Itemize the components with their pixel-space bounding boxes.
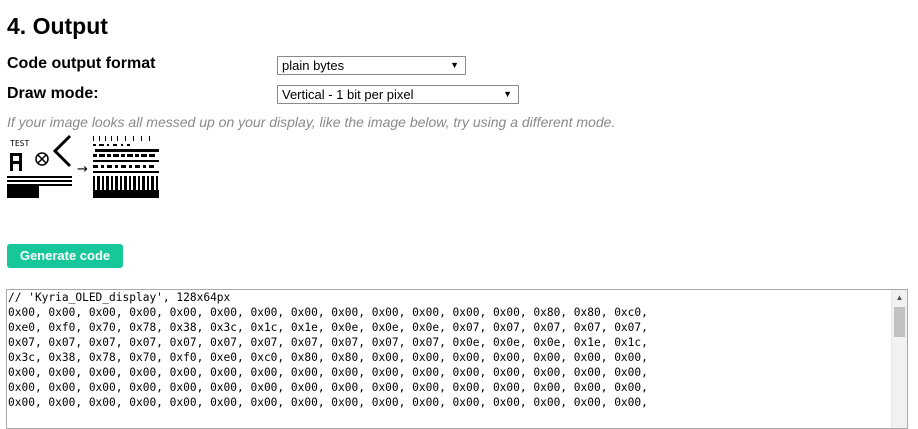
chevron-down-icon: ▼ bbox=[503, 89, 512, 99]
vertical-scrollbar[interactable]: ▲ bbox=[891, 290, 907, 428]
code-line: 0x00, 0x00, 0x00, 0x00, 0x00, 0x00, 0x00… bbox=[8, 396, 648, 409]
draw-mode-hint: If your image looks all messed up on you… bbox=[7, 114, 616, 130]
code-output-lines: // 'Kyria_OLED_display', 128x64px 0x00, 0… bbox=[8, 290, 648, 410]
draw-mode-select[interactable]: Vertical - 1 bit per pixel ▼ bbox=[277, 85, 519, 104]
draw-mode-value: Vertical - 1 bit per pixel bbox=[282, 87, 414, 102]
section-title: 4. Output bbox=[7, 13, 108, 39]
arrow-right-icon: → bbox=[77, 162, 88, 177]
generate-code-button[interactable]: Generate code bbox=[7, 244, 123, 268]
code-output-textarea[interactable]: // 'Kyria_OLED_display', 128x64px 0x00, 0… bbox=[6, 289, 908, 429]
code-line: 0x00, 0x00, 0x00, 0x00, 0x00, 0x00, 0x00… bbox=[8, 381, 648, 394]
example-test-label: TEST bbox=[10, 139, 29, 148]
code-line: 0xe0, 0xf0, 0x70, 0x78, 0x38, 0x3c, 0x1c… bbox=[8, 321, 648, 334]
code-line: 0x3c, 0x38, 0x78, 0x70, 0xf0, 0xe0, 0xc0… bbox=[8, 351, 648, 364]
code-line: 0x00, 0x00, 0x00, 0x00, 0x00, 0x00, 0x00… bbox=[8, 366, 648, 379]
scrollbar-thumb[interactable] bbox=[894, 307, 905, 337]
draw-mode-example-image: TEST → bbox=[7, 134, 159, 207]
code-line: // 'Kyria_OLED_display', 128x64px bbox=[8, 291, 231, 304]
code-format-value: plain bytes bbox=[282, 58, 345, 73]
garbled-rendering bbox=[93, 136, 159, 198]
code-format-select[interactable]: plain bytes ▼ bbox=[277, 56, 466, 75]
code-line: 0x00, 0x00, 0x00, 0x00, 0x00, 0x00, 0x00… bbox=[8, 306, 648, 319]
chevron-down-icon: ▼ bbox=[450, 60, 459, 70]
code-format-label: Code output format bbox=[7, 55, 156, 72]
draw-mode-label: Draw mode: bbox=[7, 85, 99, 102]
scroll-up-arrow-icon[interactable]: ▲ bbox=[892, 290, 907, 306]
code-line: 0x07, 0x07, 0x07, 0x07, 0x07, 0x07, 0x07… bbox=[8, 336, 648, 349]
